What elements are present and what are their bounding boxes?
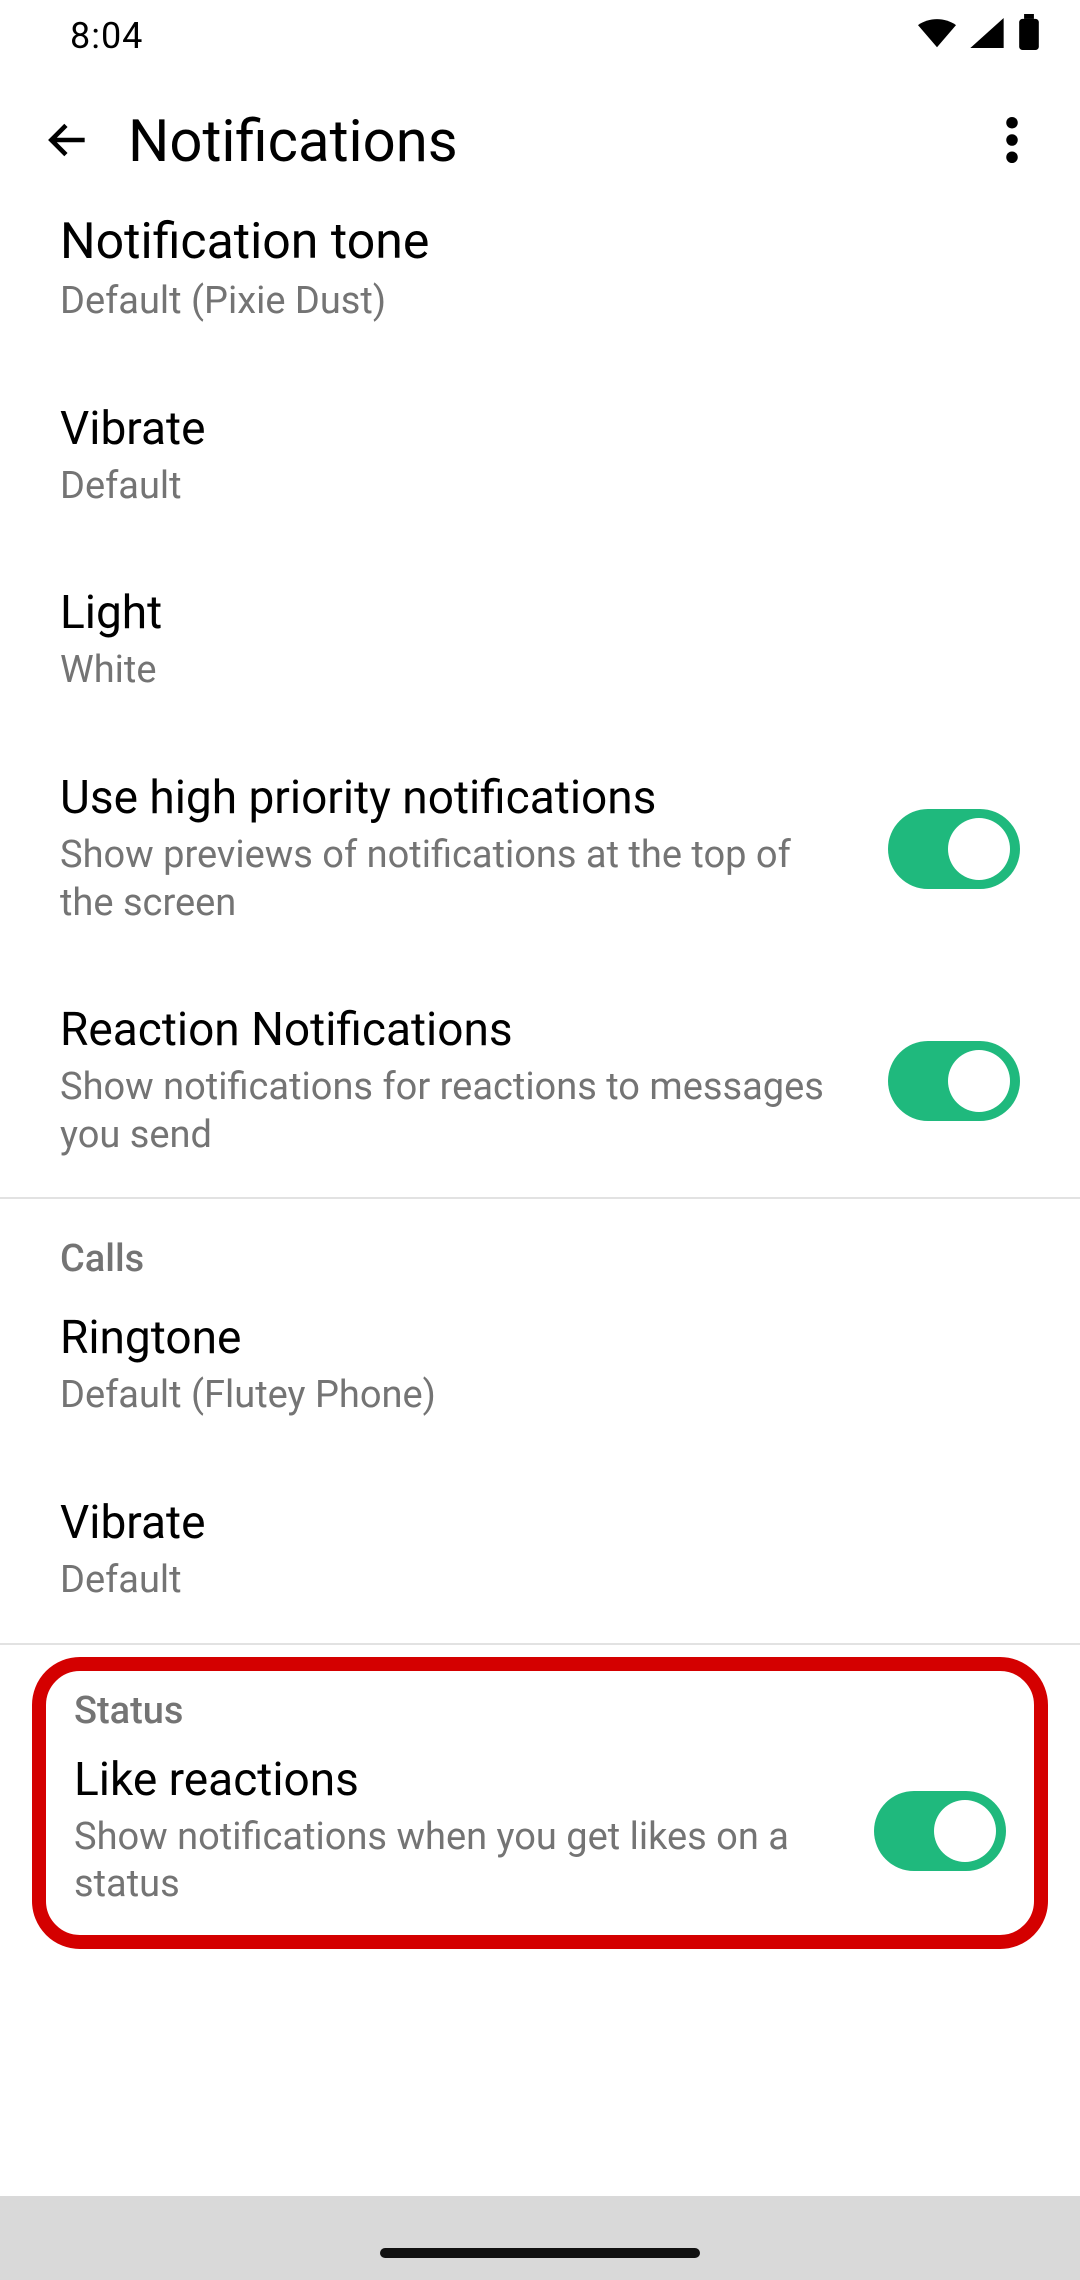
- section-header-status: Status: [60, 1681, 1020, 1739]
- blank-area: [0, 2196, 1080, 2280]
- status-time: 8:04: [70, 15, 918, 57]
- row-like-reactions[interactable]: Like reactions Show notifications when y…: [60, 1739, 1020, 1913]
- toggle-high-priority[interactable]: [888, 809, 1020, 889]
- row-title: Like reactions: [74, 1753, 834, 1808]
- row-description: Show previews of notifications at the to…: [60, 832, 840, 927]
- row-messages-light[interactable]: Light White: [0, 548, 1080, 733]
- navigation-handle[interactable]: [380, 2248, 700, 2258]
- row-value: Default: [60, 463, 980, 511]
- back-button[interactable]: [20, 115, 116, 169]
- row-value: Default (Flutey Phone): [60, 1372, 980, 1420]
- row-title: Vibrate: [60, 402, 980, 457]
- battery-icon: [1018, 14, 1040, 59]
- section-header-calls: Calls: [0, 1199, 1080, 1297]
- row-title: Reaction Notifications: [60, 1003, 848, 1058]
- row-description: Show notifications when you get likes on…: [74, 1814, 834, 1909]
- row-messages-vibrate[interactable]: Vibrate Default: [0, 364, 1080, 549]
- row-title: Ringtone: [60, 1311, 980, 1366]
- row-high-priority[interactable]: Use high priority notifications Show pre…: [0, 733, 1080, 965]
- settings-list: Notification tone Default (Pixie Dust) V…: [0, 212, 1080, 1957]
- row-notification-tone[interactable]: Notification tone Default (Pixie Dust): [0, 212, 1080, 364]
- row-title: Notification tone: [60, 212, 980, 272]
- row-value: Default: [60, 1557, 980, 1605]
- more-vertical-icon: [1006, 117, 1018, 167]
- more-options-button[interactable]: [964, 117, 1060, 167]
- toggle-knob: [948, 818, 1010, 880]
- row-reaction-notifications[interactable]: Reaction Notifications Show notification…: [0, 965, 1080, 1197]
- app-bar: Notifications: [0, 72, 1080, 212]
- toggle-like-reactions[interactable]: [874, 1791, 1006, 1871]
- row-calls-vibrate[interactable]: Vibrate Default: [0, 1458, 1080, 1643]
- toggle-knob: [948, 1050, 1010, 1112]
- system-status-bar: 8:04: [0, 0, 1080, 72]
- row-value: White: [60, 647, 980, 695]
- page-title: Notifications: [116, 108, 964, 176]
- row-title: Light: [60, 586, 980, 641]
- row-ringtone[interactable]: Ringtone Default (Flutey Phone): [0, 1297, 1080, 1458]
- row-value: Default (Pixie Dust): [60, 278, 980, 326]
- toggle-reaction-notifications[interactable]: [888, 1041, 1020, 1121]
- row-title: Use high priority notifications: [60, 771, 848, 826]
- row-title: Vibrate: [60, 1496, 980, 1551]
- status-icons: [918, 14, 1040, 59]
- row-description: Show notifications for reactions to mess…: [60, 1064, 840, 1159]
- divider: [0, 1643, 1080, 1645]
- toggle-knob: [934, 1800, 996, 1862]
- cellular-icon: [970, 15, 1004, 57]
- status-section-highlight: Status Like reactions Show notifications…: [32, 1657, 1048, 1949]
- arrow-left-icon: [43, 115, 93, 169]
- wifi-icon: [918, 15, 956, 57]
